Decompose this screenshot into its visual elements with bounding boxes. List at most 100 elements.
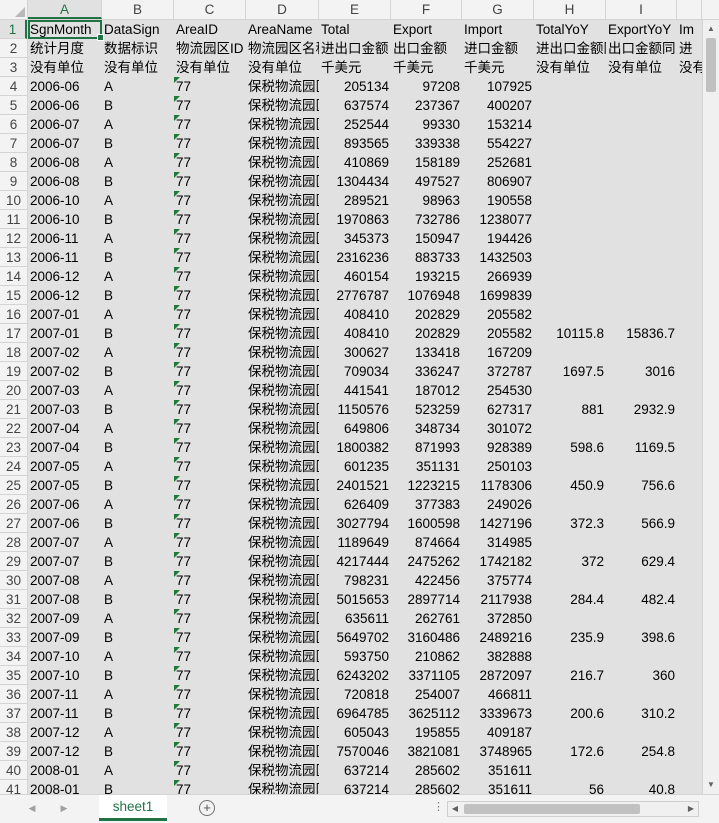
table-cell[interactable]: 77 [174,381,246,400]
table-cell[interactable]: 77 [174,115,246,134]
table-cell[interactable]: 5015653 [319,590,391,609]
table-cell[interactable]: 保税物流园区 [246,305,319,324]
table-cell[interactable]: 77 [174,419,246,438]
table-cell[interactable]: 598.6 [534,438,606,457]
table-cell[interactable] [677,153,702,172]
table-cell[interactable]: 2007-02 [28,343,102,362]
row-header[interactable]: 3 [0,58,27,77]
table-cell[interactable] [677,248,702,267]
table-cell[interactable] [606,381,677,400]
column-header[interactable]: H [534,0,606,19]
table-cell[interactable]: 77 [174,210,246,229]
table-cell[interactable]: 372.3 [534,514,606,533]
table-cell[interactable]: 649806 [319,419,391,438]
table-cell[interactable]: 2007-10 [28,666,102,685]
table-cell[interactable]: 保税物流园区 [246,210,319,229]
table-cell[interactable]: 1800382 [319,438,391,457]
table-cell[interactable]: 1189649 [319,533,391,552]
table-cell[interactable]: 133418 [391,343,462,362]
table-cell[interactable]: A [102,115,174,134]
table-cell[interactable]: 保税物流园区 [246,590,319,609]
table-cell[interactable]: 77 [174,780,246,794]
table-cell[interactable] [606,685,677,704]
table-cell[interactable] [606,77,677,96]
column-header[interactable]: B [102,0,174,19]
table-cell[interactable]: 77 [174,438,246,457]
table-cell[interactable]: 没有单位 [246,58,319,77]
table-cell[interactable] [534,191,606,210]
table-cell[interactable]: 2006-06 [28,96,102,115]
table-cell[interactable]: 77 [174,571,246,590]
table-cell[interactable]: 3339673 [462,704,534,723]
table-cell[interactable]: 289521 [319,191,391,210]
table-cell[interactable]: 77 [174,305,246,324]
table-cell[interactable] [677,400,702,419]
table-cell[interactable] [534,723,606,742]
table-cell[interactable] [677,362,702,381]
table-cell[interactable]: 351131 [391,457,462,476]
table-cell[interactable]: 408410 [319,305,391,324]
table-cell[interactable] [534,647,606,666]
table-cell[interactable]: 314985 [462,533,534,552]
table-cell[interactable]: 77 [174,628,246,647]
table-cell[interactable] [677,590,702,609]
table-cell[interactable] [606,267,677,286]
table-cell[interactable]: 593750 [319,647,391,666]
table-cell[interactable] [677,609,702,628]
table-cell[interactable]: 77 [174,267,246,286]
next-sheet-icon[interactable]: ▶ [56,800,72,816]
table-cell[interactable]: 252544 [319,115,391,134]
table-cell[interactable]: 400207 [462,96,534,115]
table-cell[interactable]: 450.9 [534,476,606,495]
table-cell[interactable]: 2117938 [462,590,534,609]
table-cell[interactable]: 进出口金额同比 [534,39,606,58]
table-cell[interactable] [534,134,606,153]
table-cell[interactable]: 2006-08 [28,172,102,191]
table-cell[interactable]: 250103 [462,457,534,476]
horizontal-scrollbar[interactable]: ◀ ▶ [447,801,699,817]
table-cell[interactable]: 408410 [319,324,391,343]
table-cell[interactable]: 441541 [319,381,391,400]
table-cell[interactable]: 1699839 [462,286,534,305]
table-cell[interactable]: 保税物流园区 [246,438,319,457]
table-cell[interactable]: 554227 [462,134,534,153]
table-cell[interactable] [677,191,702,210]
table-cell[interactable]: 2007-10 [28,647,102,666]
table-cell[interactable]: 153214 [462,115,534,134]
table-cell[interactable]: 2006-10 [28,210,102,229]
row-header[interactable]: 25 [0,476,27,495]
add-sheet-icon[interactable]: + [199,800,215,816]
column-header[interactable] [677,0,702,19]
table-cell[interactable]: 2007-01 [28,324,102,343]
table-cell[interactable] [677,514,702,533]
sheet-tab-sheet1[interactable]: sheet1 [99,795,167,821]
row-header[interactable]: 22 [0,419,27,438]
table-cell[interactable]: 98963 [391,191,462,210]
table-cell[interactable]: 300627 [319,343,391,362]
table-cell[interactable]: 77 [174,77,246,96]
table-cell[interactable]: 2007-11 [28,704,102,723]
table-cell[interactable]: 保税物流园区 [246,419,319,438]
table-cell[interactable]: 1150576 [319,400,391,419]
table-cell[interactable] [534,761,606,780]
scroll-right-icon[interactable]: ▶ [684,802,698,816]
table-cell[interactable]: 2008-01 [28,780,102,794]
table-cell[interactable]: 158189 [391,153,462,172]
row-header[interactable]: 21 [0,400,27,419]
row-header[interactable]: 19 [0,362,27,381]
table-cell[interactable]: 460154 [319,267,391,286]
table-cell[interactable]: 351611 [462,780,534,794]
tab-split-handle-icon[interactable]: ⋮ [433,800,444,813]
table-cell[interactable] [606,134,677,153]
table-cell[interactable]: 2007-09 [28,609,102,628]
table-cell[interactable]: 保税物流园区 [246,77,319,96]
table-cell[interactable] [606,457,677,476]
table-cell[interactable] [534,267,606,286]
table-cell[interactable]: 2006-11 [28,229,102,248]
row-header[interactable]: 33 [0,628,27,647]
table-cell[interactable]: 保税物流园区 [246,267,319,286]
table-cell[interactable]: 254.8 [606,742,677,761]
table-cell[interactable]: 2007-04 [28,419,102,438]
table-cell[interactable] [606,248,677,267]
table-cell[interactable]: AreaID [174,20,246,39]
